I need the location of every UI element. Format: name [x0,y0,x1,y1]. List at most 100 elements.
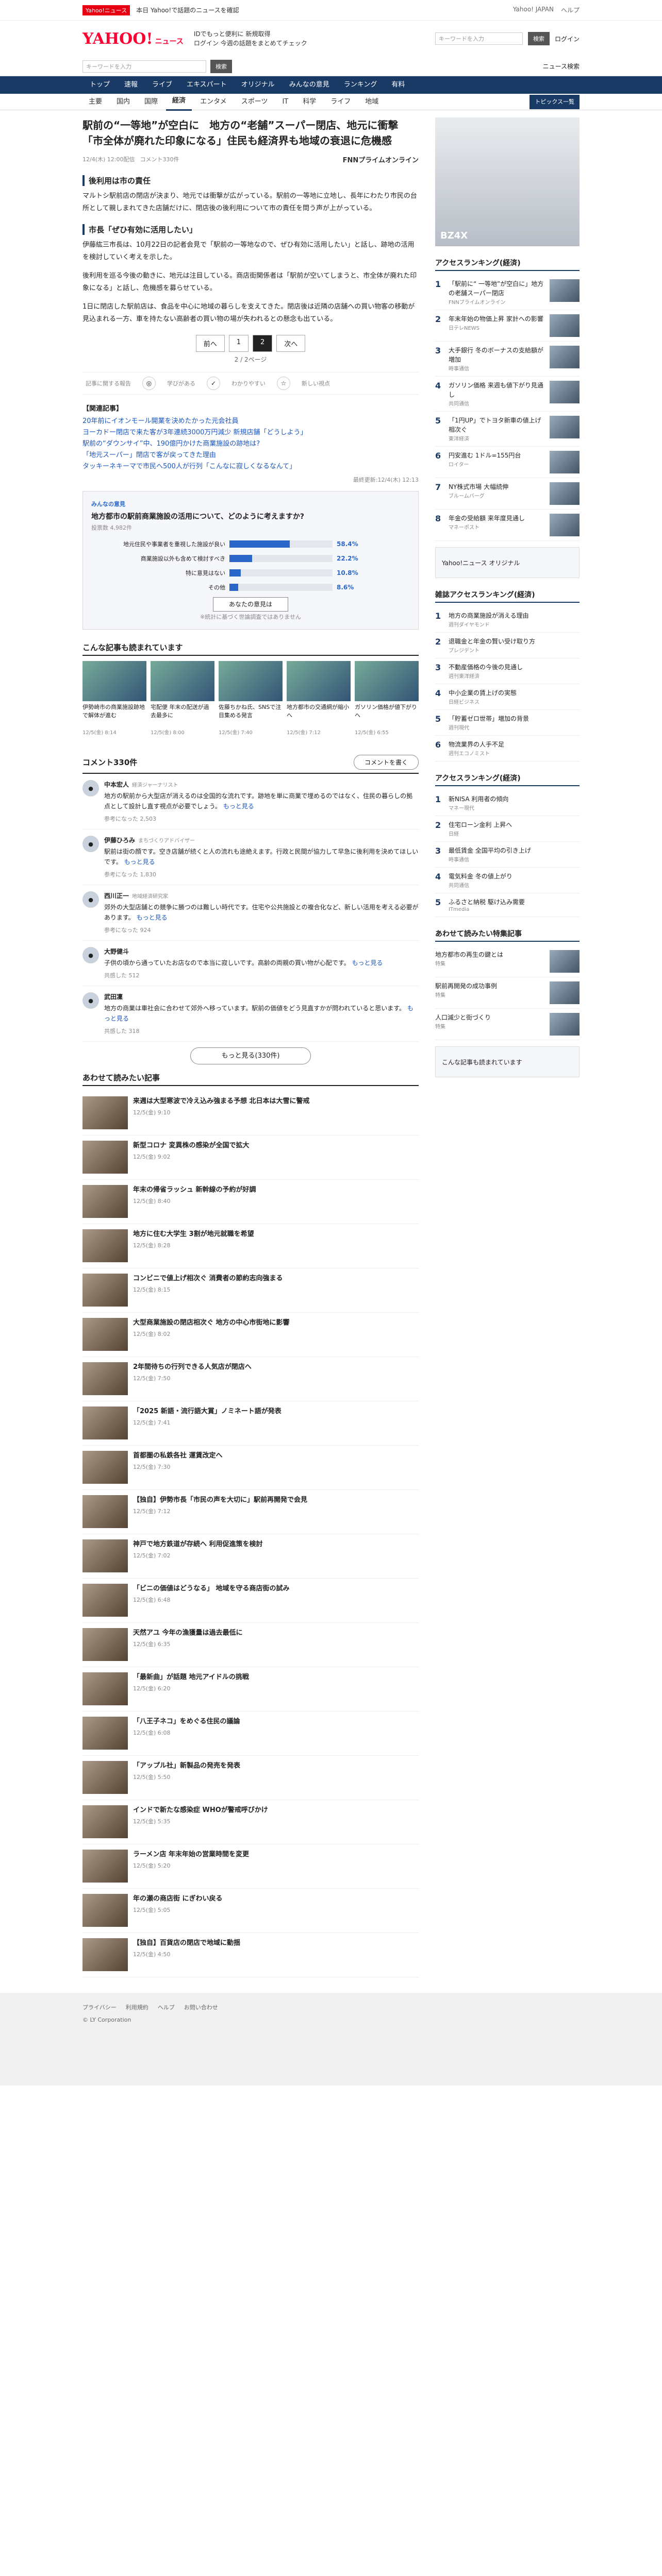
vote-button[interactable]: あなたの意見は [212,597,288,612]
comment-author[interactable]: 中本宏人 経済ジャーナリスト [104,780,419,789]
comment-author[interactable]: 大野健斗 [104,947,419,956]
pager-page-1[interactable]: 1 [228,335,249,352]
ranking-item[interactable]: 7 NY株式市場 大幅続伸 ブルームバーグ [435,478,580,510]
avatar[interactable]: ● [82,891,99,908]
related-link[interactable]: 20年前にイオンモール開業を決めたかった元会社員 [82,416,419,427]
list-item[interactable]: 「2025 新語・流行語大賞」ノミネート語が発表 12/5(金) 7:41 [82,1401,419,1446]
list-item[interactable]: 天然アユ 今年の漁獲量は過去最低に 12/5(金) 6:35 [82,1623,419,1667]
avatar[interactable]: ● [82,992,99,1009]
related-link[interactable]: ヨーカドー閉店で来た客が3年連続3000万円減少 新規店舗「どうしよう」 [82,427,419,438]
cat-it[interactable]: IT [276,94,294,110]
list-item[interactable]: 「八王子ネコ」をめぐる住民の議論 12/5(金) 6:08 [82,1711,419,1756]
recommend-banner[interactable]: こんな記事も読まれています [435,1046,580,1077]
recommend-card[interactable]: ガソリン価格が値下がりへ 12/5(金) 6:55 [355,661,419,736]
pager-prev[interactable]: 前へ [195,335,225,352]
related-link[interactable]: 駅前の“ダウンサイ”中、190億円かけた商業施設の跡地は? [82,438,419,450]
recommend-card[interactable]: 宅配便 年末の配送が過去最多に 12/5(金) 8:00 [151,661,214,736]
cat-main[interactable]: 主要 [82,94,108,110]
news-search-button[interactable]: 検索 [210,59,232,73]
list-item[interactable]: 「ビニの価値はどうなる」 地域を守る商店街の試み 12/5(金) 6:48 [82,1579,419,1623]
comment-like-button[interactable]: 共感した 318 [104,1027,140,1035]
ranking-item[interactable]: 1 新NISA 利用者の傾向 マネー現代 [435,790,580,816]
header-line-2[interactable]: ログイン 今週の話題をまとめてチェック [194,39,307,48]
reaction-new[interactable]: 新しい視点 [302,379,330,387]
learn-icon[interactable]: ◎ [142,377,156,390]
list-item[interactable]: 【独自】百貨店の閉店で地域に動揺 12/5(金) 4:50 [82,1933,419,1977]
nav-opinion[interactable]: みんなの意見 [282,76,337,94]
recommend-card[interactable]: 地方都市の交通網が縮小へ 12/5(金) 7:12 [287,661,351,736]
ranking-item[interactable]: 6 物流業界の人手不足 週刊エコノミスト [435,736,580,761]
related-link[interactable]: タッキーネキーマで市民へ500人が行列「こんなに寂しくなるなんて」 [82,461,419,472]
nav-ranking[interactable]: ランキング [337,76,385,94]
article-source[interactable]: FNNプライムオンライン [343,155,419,164]
reaction-clear[interactable]: わかりやすい [231,379,266,387]
recommend-card[interactable]: 佐藤ちかね氏、SNSで注目集める発言 12/5(金) 7:40 [219,661,283,736]
reaction-learn[interactable]: 学びがある [167,379,195,387]
cat-entertainment[interactable]: エンタメ [194,94,233,110]
ranking-item[interactable]: 8 年金の受給額 来年度見通し マネーポスト [435,510,580,541]
avatar[interactable]: ● [82,780,99,796]
write-comment-button[interactable]: コメントを書く [353,754,419,770]
cat-life[interactable]: ライフ [324,94,357,110]
ranking-item[interactable]: 地方都市の再生の鍵とは 特集 [435,946,580,977]
nav-expert[interactable]: エキスパート [179,76,234,94]
clear-icon[interactable]: ✓ [207,377,220,390]
comment-more-link[interactable]: もっと見る [352,959,383,967]
nav-top[interactable]: トップ [82,76,117,94]
footer-link[interactable]: 利用規約 [126,2003,148,2011]
avatar[interactable]: ● [82,947,99,963]
comment-like-button[interactable]: 参考になった 1,830 [104,870,156,878]
footer-link[interactable]: お問い合わせ [184,2003,218,2011]
ad-banner[interactable]: BZ4X [435,117,580,246]
ranking-item[interactable]: 5 「1円UP」でトヨタ新車の値上げ相次ぐ 東洋経済 [435,412,580,447]
ranking-item[interactable]: 2 退職金と年金の賢い受け取り方 プレジデント [435,633,580,658]
nav-paid[interactable]: 有料 [384,76,412,94]
ranking-item[interactable]: 1 地方の商業施設が消える理由 週刊ダイヤモンド [435,607,580,633]
original-banner[interactable]: Yahoo!ニュース オリジナル [435,547,580,578]
ranking-item[interactable]: 6 円安進む 1ドル=155円台 ロイター [435,447,580,478]
comment-like-button[interactable]: 参考になった 2,503 [104,815,156,823]
comment-like-button[interactable]: 参考になった 924 [104,926,151,934]
comment-author[interactable]: 武田凜 [104,992,419,1001]
list-item[interactable]: 地方に住む大学生 3割が地元就職を希望 12/5(金) 8:28 [82,1224,419,1268]
comment-more-link[interactable]: もっと見る [124,858,155,866]
ranking-item[interactable]: 4 中小企業の賃上げの実態 日経ビジネス [435,684,580,710]
list-item[interactable]: 年の瀬の商店街 にぎわい戻る 12/5(金) 5:05 [82,1889,419,1933]
cat-sports[interactable]: スポーツ [235,94,274,110]
yahoo-news-logo[interactable]: YAHOO! ニュース [82,30,184,48]
nav-original[interactable]: オリジナル [234,76,282,94]
article-comment-count[interactable]: コメント330件 [140,155,179,163]
cat-domestic[interactable]: 国内 [110,94,136,110]
cat-economy[interactable]: 経済 [166,93,192,111]
ranking-item[interactable]: 4 ガソリン価格 来週も値下がり見通し 共同通信 [435,377,580,412]
list-item[interactable]: 「最新曲」が話題 地元アイドルの挑戦 12/5(金) 6:20 [82,1667,419,1711]
list-item[interactable]: 【独自】伊勢市長「市民の声を大切に」駅前再開発で会見 12/5(金) 7:12 [82,1490,419,1534]
top-bar-text[interactable]: 本日 Yahoo!で話題のニュースを確認 [136,6,239,14]
comment-more-link[interactable]: もっと見る [223,803,254,810]
list-item[interactable]: ラーメン店 年末年始の営業時間を変更 12/5(金) 5:20 [82,1844,419,1889]
login-link[interactable]: ログイン [555,35,580,43]
list-item[interactable]: 新型コロナ 変異株の感染が全国で拡大 12/5(金) 9:02 [82,1136,419,1180]
cat-science[interactable]: 科学 [296,94,322,110]
ranking-item[interactable]: 3 不動産価格の今後の見通し 週刊東洋経済 [435,658,580,684]
news-search-label[interactable]: ニュース検索 [543,62,580,71]
ranking-item[interactable]: 人口減少と街づくり 特集 [435,1009,580,1040]
list-item[interactable]: 来週は大型寒波で冷え込み強まる予想 北日本は大雪に警戒 12/5(金) 9:10 [82,1091,419,1136]
footer-link[interactable]: プライバシー [82,2003,117,2011]
topics-list-button[interactable]: トピックス一覧 [529,94,580,109]
top-link-help[interactable]: ヘルプ [561,6,580,14]
more-comments-button[interactable]: もっと見る(330件) [190,1047,311,1064]
report-link[interactable]: 記事に関する報告 [86,379,131,387]
ranking-item[interactable]: 5 ふるさと納税 駆け込み需要 ITmedia [435,893,580,917]
top-link-yahoo[interactable]: Yahoo! JAPAN [513,6,554,14]
cat-world[interactable]: 国際 [138,94,164,110]
header-search-button[interactable]: 検索 [527,32,550,45]
list-item[interactable]: コンビニで値上げ相次ぐ 消費者の節約志向強まる 12/5(金) 8:15 [82,1268,419,1313]
list-item[interactable]: 年末の帰省ラッシュ 新幹線の予約が好調 12/5(金) 8:40 [82,1180,419,1224]
list-item[interactable]: 神戸で地方鉄道が存続へ 利用促進策を検討 12/5(金) 7:02 [82,1534,419,1579]
footer-link[interactable]: ヘルプ [158,2003,175,2011]
recommend-card[interactable]: 伊勢崎市の商業施設跡地で解体が進む 12/5(金) 8:14 [82,661,146,736]
pager-page-2[interactable]: 2 [253,335,273,352]
ranking-item[interactable]: 3 最低賃金 全国平均の引き上げ 時事通信 [435,842,580,868]
pager-next[interactable]: 次へ [276,335,306,352]
